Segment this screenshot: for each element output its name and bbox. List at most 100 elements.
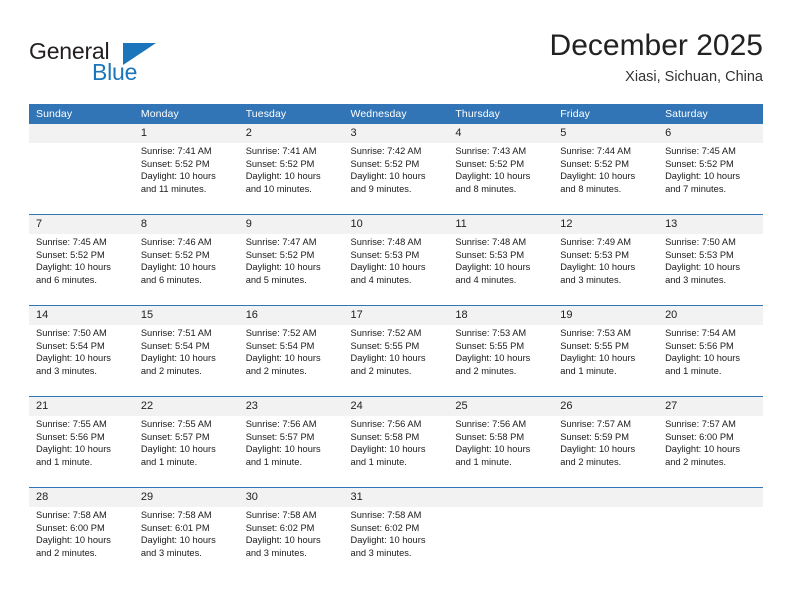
page-subtitle: Xiasi, Sichuan, China <box>625 69 763 85</box>
day-sunrise-text: Sunrise: 7:58 AM <box>350 510 422 520</box>
day-daylight-text: and 3 minutes. <box>36 365 97 376</box>
day-sunrise-text: Sunrise: 7:56 AM <box>455 419 527 429</box>
day-sunset-text: Sunset: 5:52 PM <box>245 158 315 169</box>
day-cell[interactable]: Sunrise: 7:53 AM Sunset: 5:55 PM Daylight:… <box>448 325 554 395</box>
day-cell[interactable]: Sunrise: 7:56 AM Sunset: 5:58 PM Daylight:… <box>448 416 554 486</box>
day-cell[interactable]: Sunrise: 7:58 AM Sunset: 6:00 PM Daylight:… <box>29 507 134 577</box>
day-number[interactable]: 14 <box>29 305 134 325</box>
day-cell[interactable]: Sunrise: 7:48 AM Sunset: 5:53 PM Daylight:… <box>448 234 554 304</box>
day-sunset-text: Sunset: 5:52 PM <box>350 158 420 169</box>
day-sunset-text: Sunset: 5:55 PM <box>560 340 629 351</box>
day-cell[interactable]: Sunrise: 7:46 AM Sunset: 5:52 PM Daylight:… <box>133 234 239 304</box>
day-daylight-text: Daylight: 10 hours <box>350 535 426 545</box>
day-daylight-text: Daylight: 10 hours <box>36 444 111 454</box>
day-number[interactable]: 22 <box>133 396 239 416</box>
day-number[interactable]: 31 <box>343 487 449 507</box>
day-number[interactable]: 24 <box>343 396 449 416</box>
day-number[interactable]: 26 <box>553 396 659 416</box>
general-blue-logo[interactable]: General Blue <box>29 32 209 90</box>
day-cell[interactable]: Sunrise: 7:56 AM Sunset: 5:58 PM Daylight:… <box>343 416 449 486</box>
day-cell[interactable]: Sunrise: 7:44 AM Sunset: 5:52 PM Daylight:… <box>553 143 659 213</box>
day-sunset-text: Sunset: 5:52 PM <box>140 158 210 169</box>
weekday-header-monday: Monday <box>133 104 239 124</box>
day-number[interactable]: 7 <box>29 214 134 234</box>
day-daylight-text: Daylight: 10 hours <box>455 353 531 363</box>
day-daylight-text: and 4 minutes. <box>350 274 412 285</box>
day-number-empty <box>448 487 554 507</box>
day-cell[interactable]: Sunrise: 7:53 AM Sunset: 5:55 PM Daylight:… <box>553 325 659 395</box>
day-number[interactable]: 8 <box>133 214 239 234</box>
day-number[interactable]: 3 <box>343 124 449 143</box>
day-sunrise-text: Sunrise: 7:46 AM <box>140 237 212 247</box>
day-cell[interactable]: Sunrise: 7:41 AM Sunset: 5:52 PM Daylight:… <box>238 143 344 213</box>
day-number[interactable]: 21 <box>29 396 134 416</box>
day-cell[interactable]: Sunrise: 7:43 AM Sunset: 5:52 PM Daylight:… <box>448 143 554 213</box>
day-cell[interactable]: Sunrise: 7:56 AM Sunset: 5:57 PM Daylight:… <box>238 416 344 486</box>
day-daylight-text: Daylight: 10 hours <box>665 171 740 181</box>
day-cell[interactable]: Sunrise: 7:57 AM Sunset: 6:00 PM Daylight:… <box>658 416 763 486</box>
day-cell[interactable]: Sunrise: 7:48 AM Sunset: 5:53 PM Daylight:… <box>343 234 449 304</box>
day-cell[interactable]: Sunrise: 7:55 AM Sunset: 5:56 PM Daylight:… <box>29 416 134 486</box>
day-number[interactable]: 30 <box>238 487 344 507</box>
calendar-header-row: Sunday Monday Tuesday Wednesday Thursday… <box>29 104 763 124</box>
day-number[interactable]: 11 <box>448 214 554 234</box>
day-cell[interactable]: Sunrise: 7:49 AM Sunset: 5:53 PM Daylight:… <box>553 234 659 304</box>
day-cell[interactable]: Sunrise: 7:42 AM Sunset: 5:52 PM Daylight:… <box>343 143 449 213</box>
weekday-header-friday: Friday <box>553 104 659 124</box>
day-number[interactable]: 5 <box>553 124 659 143</box>
day-number-row: 28 29 30 31 <box>29 487 763 507</box>
day-number[interactable]: 10 <box>343 214 449 234</box>
day-number[interactable]: 17 <box>343 305 449 325</box>
day-daylight-text: Daylight: 10 hours <box>350 444 426 454</box>
day-daylight-text: and 2 minutes. <box>350 365 412 376</box>
day-number[interactable]: 1 <box>133 124 239 143</box>
day-cell[interactable]: Sunrise: 7:58 AM Sunset: 6:02 PM Daylight:… <box>343 507 449 577</box>
day-number[interactable]: 15 <box>133 305 239 325</box>
day-sunrise-text: Sunrise: 7:50 AM <box>665 237 736 247</box>
day-cell[interactable]: Sunrise: 7:58 AM Sunset: 6:02 PM Daylight:… <box>238 507 344 577</box>
day-number[interactable]: 13 <box>658 214 763 234</box>
day-cell[interactable]: Sunrise: 7:57 AM Sunset: 5:59 PM Daylight:… <box>553 416 659 486</box>
day-number[interactable]: 16 <box>238 305 344 325</box>
day-cell[interactable]: Sunrise: 7:50 AM Sunset: 5:53 PM Daylight:… <box>658 234 763 304</box>
day-info-row: Sunrise: 7:45 AM Sunset: 5:52 PM Daylight:… <box>29 234 763 304</box>
day-number[interactable]: 2 <box>238 124 344 143</box>
day-cell[interactable]: Sunrise: 7:45 AM Sunset: 5:52 PM Daylight:… <box>29 234 134 304</box>
day-sunset-text: Sunset: 5:56 PM <box>36 431 105 442</box>
day-number[interactable]: 23 <box>238 396 344 416</box>
day-cell[interactable]: Sunrise: 7:54 AM Sunset: 5:56 PM Daylight:… <box>658 325 763 395</box>
day-sunrise-text: Sunrise: 7:52 AM <box>350 328 422 338</box>
day-number[interactable]: 28 <box>29 487 134 507</box>
day-cell[interactable]: Sunrise: 7:41 AM Sunset: 5:52 PM Daylight:… <box>133 143 239 213</box>
day-daylight-text: and 1 minute. <box>245 456 303 467</box>
day-cell[interactable]: Sunrise: 7:50 AM Sunset: 5:54 PM Daylight:… <box>29 325 134 395</box>
day-cell[interactable]: Sunrise: 7:45 AM Sunset: 5:52 PM Daylight:… <box>658 143 763 213</box>
day-cell[interactable]: Sunrise: 7:55 AM Sunset: 5:57 PM Daylight:… <box>133 416 239 486</box>
day-sunset-text: Sunset: 5:57 PM <box>140 431 210 442</box>
day-daylight-text: Daylight: 10 hours <box>140 353 216 363</box>
logo-text-blue: Blue <box>92 59 138 85</box>
day-cell[interactable]: Sunrise: 7:47 AM Sunset: 5:52 PM Daylight:… <box>238 234 344 304</box>
day-number[interactable]: 25 <box>448 396 554 416</box>
day-number[interactable]: 9 <box>238 214 344 234</box>
day-cell[interactable]: Sunrise: 7:58 AM Sunset: 6:01 PM Daylight:… <box>133 507 239 577</box>
day-number[interactable]: 6 <box>658 124 763 143</box>
day-daylight-text: Daylight: 10 hours <box>560 444 636 454</box>
day-number[interactable]: 12 <box>553 214 659 234</box>
day-number[interactable]: 29 <box>133 487 239 507</box>
day-daylight-text: and 1 minute. <box>560 365 617 376</box>
day-sunrise-text: Sunrise: 7:55 AM <box>140 419 212 429</box>
day-cell[interactable]: Sunrise: 7:52 AM Sunset: 5:54 PM Daylight:… <box>238 325 344 395</box>
day-number[interactable]: 20 <box>658 305 763 325</box>
day-daylight-text: Daylight: 10 hours <box>665 262 740 272</box>
day-number[interactable]: 18 <box>448 305 554 325</box>
day-cell-empty <box>658 507 763 577</box>
day-info-row: Sunrise: 7:50 AM Sunset: 5:54 PM Daylight:… <box>29 325 763 395</box>
day-sunrise-text: Sunrise: 7:56 AM <box>350 419 422 429</box>
day-cell[interactable]: Sunrise: 7:51 AM Sunset: 5:54 PM Daylight:… <box>133 325 239 395</box>
day-number[interactable]: 27 <box>658 396 763 416</box>
day-daylight-text: and 3 minutes. <box>350 547 412 558</box>
day-cell[interactable]: Sunrise: 7:52 AM Sunset: 5:55 PM Daylight:… <box>343 325 449 395</box>
day-number[interactable]: 4 <box>448 124 554 143</box>
day-number[interactable]: 19 <box>553 305 659 325</box>
